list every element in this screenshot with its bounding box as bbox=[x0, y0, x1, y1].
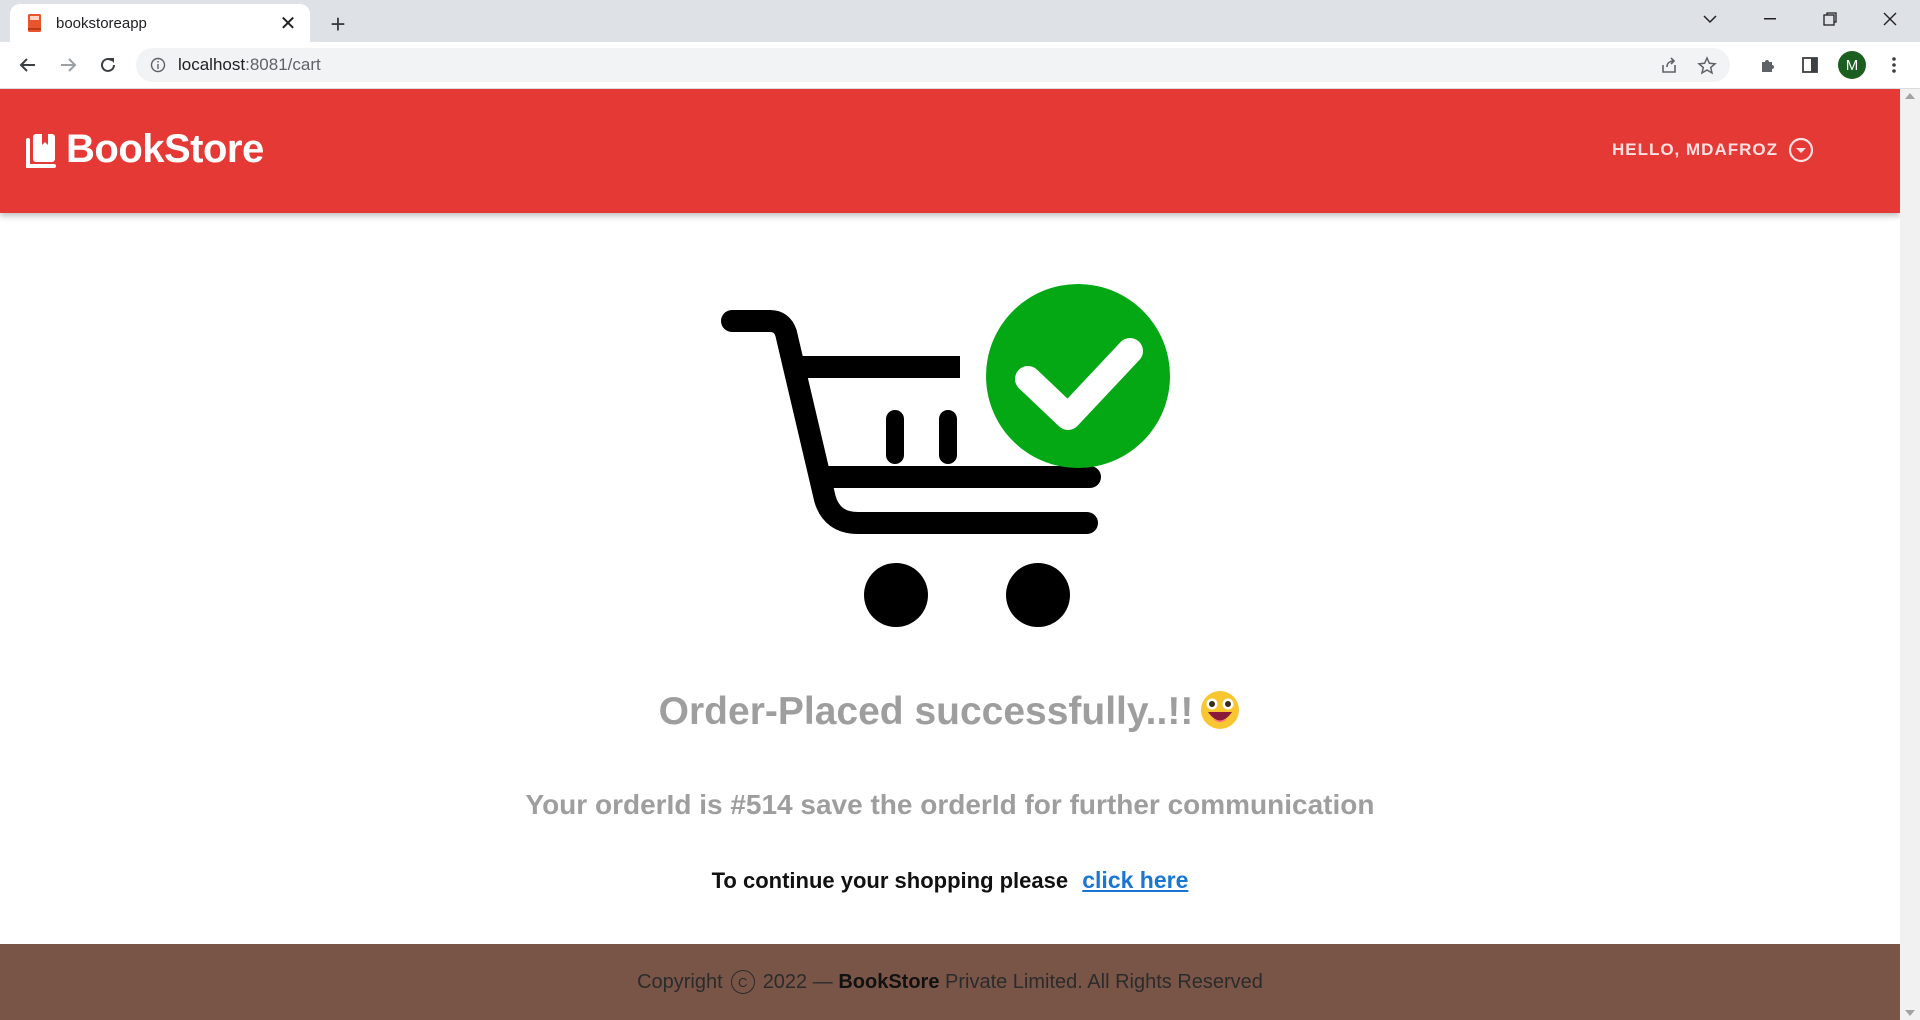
footer-year: 2022 — bbox=[762, 970, 833, 993]
order-success-headline: Order-Placed successfully..!! bbox=[0, 689, 1900, 734]
click-here-link[interactable]: click here bbox=[1082, 867, 1188, 893]
brand-logo[interactable]: BookStore bbox=[24, 127, 264, 172]
grinning-face-emoji-icon bbox=[1201, 691, 1240, 729]
book-favicon-icon bbox=[28, 14, 41, 32]
continue-text: To continue your shopping please bbox=[711, 868, 1069, 893]
restore-button[interactable] bbox=[1800, 0, 1860, 38]
scroll-down-arrow-icon[interactable] bbox=[1905, 1010, 1915, 1016]
books-logo-icon bbox=[26, 133, 56, 168]
avatar: M bbox=[1838, 51, 1866, 79]
forward-icon[interactable] bbox=[52, 49, 84, 81]
address-bar-actions bbox=[1658, 55, 1718, 77]
url-path: :8081/cart bbox=[245, 55, 321, 74]
tab-title: bookstoreapp bbox=[56, 14, 147, 32]
minimize-button[interactable] bbox=[1740, 0, 1800, 38]
brand-name: BookStore bbox=[66, 127, 264, 171]
footer-prefix: Copyright bbox=[637, 970, 723, 993]
window-controls bbox=[1680, 0, 1920, 38]
reload-icon[interactable] bbox=[92, 49, 124, 81]
copyright-icon: C bbox=[730, 970, 755, 994]
site-info-icon[interactable] bbox=[148, 55, 168, 75]
page-scrollbar[interactable] bbox=[1900, 89, 1920, 1020]
tab-search-icon[interactable] bbox=[1680, 0, 1740, 38]
order-id-message: Your orderId is #514 save the orderId fo… bbox=[525, 789, 1375, 820]
back-icon[interactable] bbox=[12, 49, 44, 81]
close-window-button[interactable] bbox=[1860, 0, 1920, 38]
browser-tab-strip: bookstoreapp ✕ + bbox=[0, 0, 1920, 42]
url-host: localhost bbox=[178, 55, 246, 74]
app-footer: Copyright C 2022 — BookStore Private Lim… bbox=[0, 944, 1900, 1020]
browser-menu-icon[interactable] bbox=[1878, 49, 1910, 81]
address-bar[interactable]: localhost:8081/cart bbox=[136, 48, 1730, 82]
dropdown-circle-icon[interactable] bbox=[1788, 137, 1814, 163]
page-viewport: BookStore HELLO, MDAFROZ Order-Placed su… bbox=[0, 89, 1900, 1020]
url-text: localhost:8081/cart bbox=[178, 55, 321, 75]
share-icon[interactable] bbox=[1658, 55, 1680, 77]
scroll-up-arrow-icon[interactable] bbox=[1905, 93, 1915, 99]
browser-toolbar: localhost:8081/cart M bbox=[0, 42, 1920, 89]
user-menu[interactable]: HELLO, MDAFROZ bbox=[1612, 137, 1814, 163]
footer-suffix: Private Limited. All Rights Reserved bbox=[945, 970, 1263, 993]
side-panel-icon[interactable] bbox=[1794, 49, 1826, 81]
user-greeting: HELLO, MDAFROZ bbox=[1611, 140, 1778, 159]
toolbar-right: M bbox=[1752, 49, 1910, 81]
continue-shopping: To continue your shopping please click h… bbox=[0, 867, 1900, 894]
footer-brand: BookStore bbox=[838, 970, 940, 993]
tab-close-icon[interactable]: ✕ bbox=[274, 9, 302, 37]
headline-text: Order-Placed successfully..!! bbox=[658, 690, 1194, 733]
bookmark-star-icon[interactable] bbox=[1696, 55, 1718, 77]
browser-tab[interactable]: bookstoreapp ✕ bbox=[10, 4, 310, 42]
extensions-icon[interactable] bbox=[1752, 49, 1784, 81]
app-header: BookStore HELLO, MDAFROZ bbox=[0, 89, 1900, 213]
cart-success-illustration bbox=[721, 284, 1170, 627]
success-check-icon bbox=[986, 284, 1170, 468]
profile-avatar[interactable]: M bbox=[1836, 49, 1868, 81]
new-tab-button[interactable]: + bbox=[322, 8, 354, 40]
